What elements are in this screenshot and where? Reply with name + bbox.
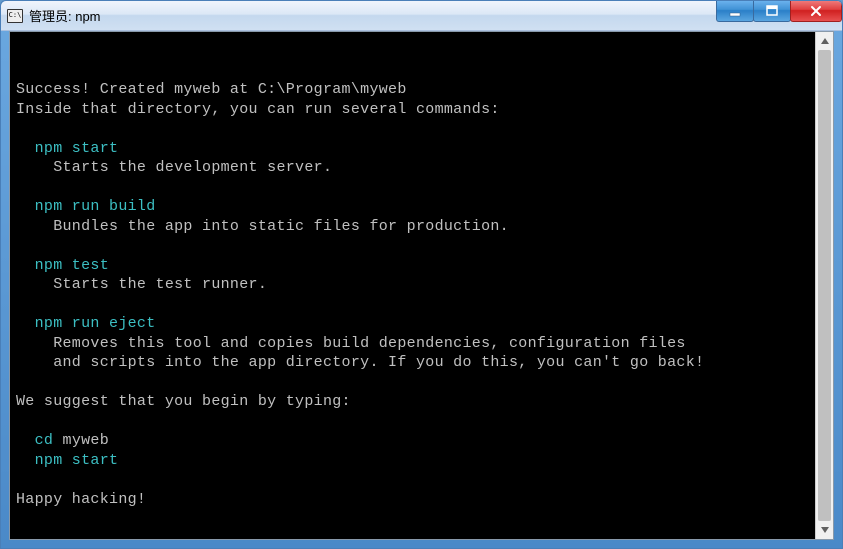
scroll-up-button[interactable]: [816, 32, 833, 50]
close-button[interactable]: [790, 0, 842, 22]
output-line: We suggest that you begin by typing:: [16, 393, 351, 410]
output-line: Bundles the app into static files for pr…: [16, 218, 509, 235]
command-text: npm start: [16, 452, 118, 469]
minimize-icon: [729, 5, 741, 17]
command-text: npm run build: [16, 198, 156, 215]
output-line: Starts the development server.: [16, 159, 332, 176]
scroll-thumb[interactable]: [818, 50, 831, 521]
output-line: Inside that directory, you can run sever…: [16, 101, 500, 118]
scrollbar[interactable]: [815, 32, 833, 539]
window-frame: C:\ 管理员: npm Success! Created myweb at C…: [0, 0, 843, 549]
titlebar[interactable]: C:\ 管理员: npm: [1, 1, 842, 31]
maximize-icon: [766, 5, 778, 17]
command-text: cd: [16, 432, 63, 449]
terminal-output[interactable]: Success! Created myweb at C:\Program\myw…: [10, 32, 815, 539]
output-line: Removes this tool and copies build depen…: [16, 335, 686, 352]
window-controls: [717, 0, 842, 22]
minimize-button[interactable]: [716, 0, 754, 22]
command-text: npm start: [16, 140, 118, 157]
close-icon: [809, 5, 823, 17]
chevron-up-icon: [821, 38, 829, 44]
chevron-down-icon: [821, 527, 829, 533]
command-text: npm test: [16, 257, 109, 274]
app-icon-text: C:\: [9, 12, 22, 19]
maximize-button[interactable]: [753, 0, 791, 22]
scroll-track[interactable]: [816, 50, 833, 521]
output-line: Success! Created myweb at C:\Program\myw…: [16, 81, 407, 98]
scroll-down-button[interactable]: [816, 521, 833, 539]
terminal-container: Success! Created myweb at C:\Program\myw…: [9, 31, 834, 540]
output-line: Starts the test runner.: [16, 276, 267, 293]
output-line: and scripts into the app directory. If y…: [16, 354, 704, 371]
output-line: Happy hacking!: [16, 491, 146, 508]
target-name: myweb: [63, 432, 110, 449]
command-text: npm run eject: [16, 315, 156, 332]
app-icon: C:\: [7, 9, 23, 23]
